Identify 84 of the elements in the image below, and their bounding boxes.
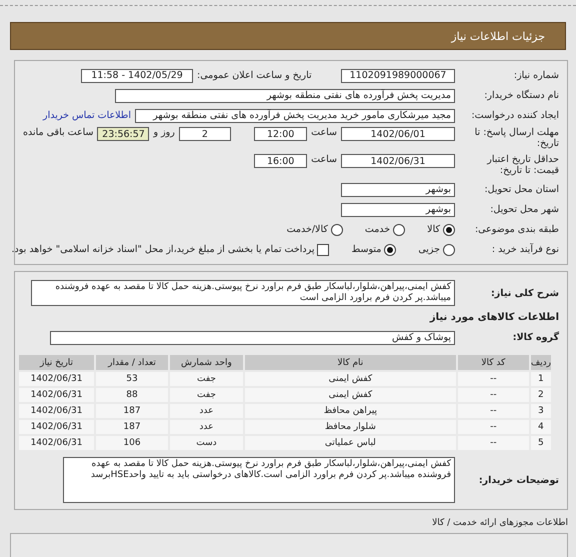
field-label: حداقل تاریخ اعتبار قیمت: تا تاریخ: [486, 154, 559, 176]
radio-label: کالا [427, 224, 440, 235]
deadline-date-field: 1402/06/01 [341, 127, 455, 141]
table-cell: 5 [530, 436, 551, 450]
province-field: بوشهر [341, 182, 455, 196]
section-title: اطلاعات مجوزهای ارائه خدمت / کالا [431, 518, 568, 528]
announce-date-field: 1402/05/29 - 11:58 [81, 68, 193, 82]
table-cell: -- [458, 420, 529, 434]
table-cell: دست [170, 436, 243, 450]
radio-button[interactable] [384, 244, 396, 256]
table-cell: 1402/06/31 [19, 404, 94, 418]
field-label: توضیحات خریدار: [478, 474, 559, 486]
need-number-field: 1102091989000067 [341, 68, 455, 82]
table-cell: کفش ایمنی [244, 388, 456, 402]
table-cell: شلوار محافظ [244, 420, 456, 434]
field-label: شهر محل تحویل: [489, 204, 559, 215]
field-label: نوع فرآیند خرید : [490, 244, 559, 255]
city-field: بوشهر [341, 202, 455, 216]
table-cell: 1402/06/31 [19, 420, 94, 434]
table-cell: لباس عملیاتی [244, 436, 456, 450]
buyer-field: مدیریت پخش فرآورده های نفتی منطقه بوشهر [115, 88, 455, 102]
field-label: شرح کلی نیاز: [490, 288, 559, 298]
column-header: واحد شمارش [170, 355, 243, 370]
table-cell: کفش ایمنی [244, 372, 456, 386]
section-heading: اطلاعات کالاهای مورد نیاز [428, 311, 559, 325]
radio-button[interactable] [330, 224, 343, 236]
table-cell: 187 [96, 404, 168, 418]
contact-link[interactable]: اطلاعات تماس خریدار [42, 110, 131, 121]
table-cell: 187 [96, 420, 168, 434]
radio-label: متوسط [351, 244, 382, 255]
table-cell: 2 [530, 388, 551, 402]
column-header: کد کالا [458, 355, 529, 370]
column-header: ردیف [530, 355, 551, 370]
column-header: تعداد / مقدار [96, 355, 168, 370]
table-cell: 3 [530, 404, 551, 418]
table-cell: پیراهن محافظ [244, 404, 456, 418]
field-label: شماره نیاز: [512, 70, 559, 81]
field-label: ایجاد کننده درخواست: [470, 110, 559, 121]
header-title: جزئیات اطلاعات نیاز [451, 30, 545, 42]
table-cell: 1402/06/31 [19, 436, 94, 450]
table-cell: عدد [170, 404, 243, 418]
buyer-notes-field: کفش ایمنی،پیراهن،شلوار،لباسکار طبق فرم براورد نرخ پیوستی.هزینه حمل کالا تا مقصد به عهده فروشنده میباشد.پر کردن فرم براورد الزامی است.کالاهای درخواستی باید به تایید واحدHSEبرسد [63, 457, 455, 503]
validity-time-field: 16:00 [254, 154, 308, 168]
table-cell: عدد [170, 420, 243, 434]
table-cell: 1 [530, 372, 551, 386]
table-cell: 4 [530, 420, 551, 434]
column-header: تاریخ نیاز [19, 355, 94, 370]
column-header: نام کالا [244, 355, 456, 370]
field-label: تاریخ و ساعت اعلان عمومی: [197, 70, 313, 81]
field-label: استان محل تحویل: [483, 184, 559, 195]
radio-label: خدمت [364, 224, 390, 235]
summary-field: کفش ایمنی،پیراهن،شلوار،لباسکار طبق فرم براورد نرخ پیوستی.هزینه حمل کالا تا مقصد به عهده فروشنده میباشد.پر کردن فرم براورد الزامی است [31, 280, 455, 306]
table-cell: 88 [96, 388, 168, 402]
field-label: نام دستگاه خریدار: [483, 90, 559, 101]
table-cell: 1402/06/31 [19, 372, 94, 386]
days-field: 2 [178, 127, 231, 141]
remaining-time-field: 23:56:57 [97, 127, 150, 141]
table-cell: جفت [170, 388, 243, 402]
field-label: گروه کالا: [512, 332, 559, 343]
field-label: طبقه بندی موضوعی: [474, 224, 559, 235]
creator-field: مجید میرشکاری مامور خرید مدیریت پخش فرآورده های نفتی منطقه بوشهر [135, 108, 455, 122]
deadline-time-field: 12:00 [254, 127, 308, 141]
table-cell: 53 [96, 372, 168, 386]
table-cell: جفت [170, 372, 243, 386]
radio-button[interactable] [443, 244, 455, 256]
radio-button[interactable] [393, 224, 406, 236]
time-label: ساعت [311, 127, 337, 138]
radio-button[interactable] [443, 224, 455, 236]
table-cell: -- [458, 436, 529, 450]
checkbox-label: پرداخت تمام یا بخشی از مبلغ خرید،از محل "اسناد خزانه اسلامی" خواهد بود. [12, 244, 314, 255]
table-cell: 106 [96, 436, 168, 450]
checkbox[interactable] [317, 244, 330, 256]
remaining-label: ساعت باقی مانده [23, 127, 94, 138]
radio-label: کالا/خدمت [286, 224, 328, 235]
table-cell: 1402/06/31 [19, 388, 94, 402]
table-cell: -- [458, 388, 529, 402]
days-label: روز و [153, 127, 175, 138]
time-label: ساعت [311, 154, 337, 165]
field-label: مهلت ارسال پاسخ: تا تاریخ: [474, 127, 559, 149]
group-field: پوشاک و کفش [50, 330, 455, 344]
table-cell: -- [458, 404, 529, 418]
validity-date-field: 1402/06/31 [341, 154, 455, 168]
radio-label: جزیی [418, 244, 440, 255]
table-cell: -- [458, 372, 529, 386]
